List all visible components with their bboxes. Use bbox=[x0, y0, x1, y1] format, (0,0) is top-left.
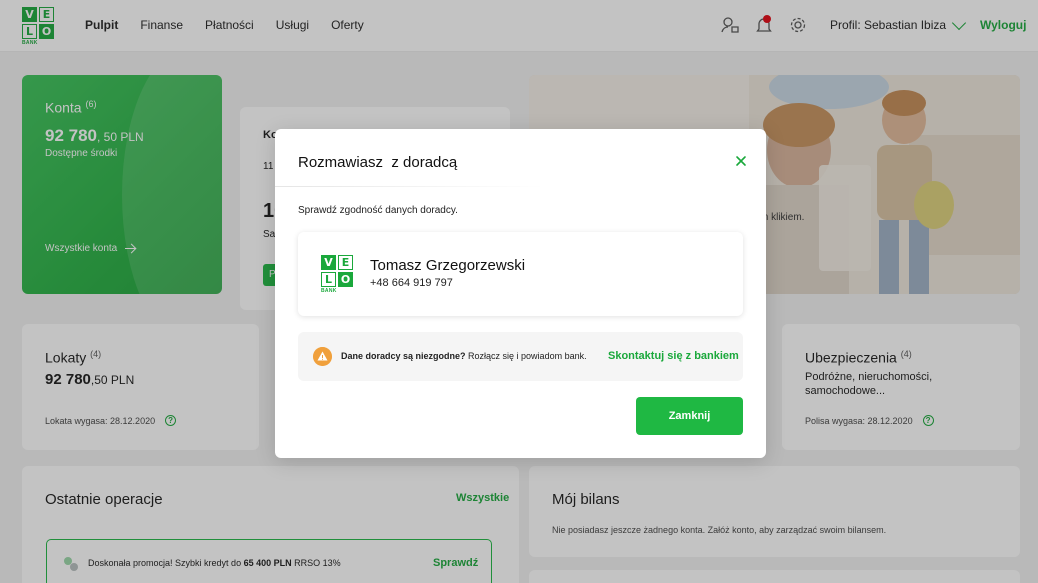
warning-box: Dane doradcy są niezgodne? Rozłącz się i… bbox=[298, 332, 743, 381]
logo-letter: E bbox=[338, 255, 353, 270]
close-icon[interactable] bbox=[734, 154, 748, 168]
advisor-card: V E L O BANK Tomasz Grzegorzewski +48 66… bbox=[298, 232, 743, 316]
modal-divider bbox=[275, 186, 545, 187]
logo-letter: O bbox=[338, 272, 353, 287]
logo-letter: V bbox=[321, 255, 336, 270]
logo-bank-text: BANK bbox=[321, 288, 337, 294]
modal-title: Rozmawiasz z doradcą bbox=[298, 154, 458, 171]
velo-logo: V E L O BANK bbox=[321, 255, 353, 294]
advisor-phone: +48 664 919 797 bbox=[370, 277, 453, 289]
warning-text: Dane doradcy są niezgodne? Rozłącz się i… bbox=[341, 351, 587, 361]
advisor-name: Tomasz Grzegorzewski bbox=[370, 257, 526, 274]
modal-subtitle: Sprawdź zgodność danych doradcy. bbox=[298, 205, 458, 216]
advisor-modal: Rozmawiasz z doradcą Sprawdź zgodność da… bbox=[275, 129, 766, 458]
close-modal-button[interactable]: Zamknij bbox=[636, 397, 743, 435]
contact-bank-link[interactable]: Skontaktuj się z bankiem bbox=[608, 350, 739, 362]
warning-icon bbox=[313, 347, 332, 366]
logo-letter: L bbox=[321, 272, 336, 287]
